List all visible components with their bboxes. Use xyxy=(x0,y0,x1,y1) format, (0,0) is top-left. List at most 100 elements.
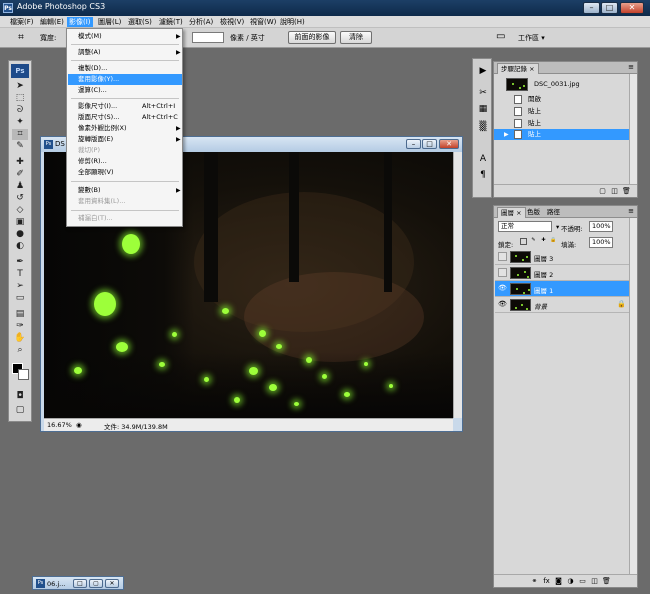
marquee-tool-icon[interactable]: ⬚ xyxy=(12,93,28,104)
screen-mode-icon[interactable]: ▢ xyxy=(12,405,28,416)
hand-tool-icon[interactable]: ✋ xyxy=(12,333,28,344)
workspace-menu[interactable]: 工作區 ▾ xyxy=(518,33,545,43)
menu-item-mode[interactable]: 模式(M) ▶ xyxy=(68,31,182,42)
status-icon[interactable]: ◉ xyxy=(76,421,82,429)
history-brush-icon[interactable]: ↺ xyxy=(12,193,28,204)
link-layers-icon[interactable]: ⚭ xyxy=(530,577,539,586)
menu-item-reveal-all[interactable]: 全部顯現(V) xyxy=(68,167,182,178)
crop-tool-button-icon[interactable]: ⌗ xyxy=(12,129,28,140)
brush-tool-icon[interactable]: ✐ xyxy=(12,169,28,180)
gradient-tool-icon[interactable]: ▣ xyxy=(12,217,28,228)
new-layer-icon[interactable]: ◫ xyxy=(590,577,599,586)
tab-history[interactable]: 步驟記錄 × xyxy=(497,63,539,74)
adjustment-layer-icon[interactable]: ◑ xyxy=(566,577,575,586)
lock-all-icon[interactable]: 🔒 xyxy=(550,238,557,245)
menu-item-variables[interactable]: 變數(B) ▶ xyxy=(68,185,182,196)
new-document-icon[interactable]: ▢ xyxy=(598,187,607,196)
layers-scrollbar[interactable] xyxy=(629,218,637,574)
zoom-level[interactable]: 16.67% xyxy=(47,421,72,429)
close-button[interactable]: ✕ xyxy=(620,2,644,14)
trash-icon[interactable]: 🗑 xyxy=(602,577,611,586)
blur-tool-icon[interactable]: ● xyxy=(12,229,28,240)
new-snapshot-icon[interactable]: ◫ xyxy=(610,187,619,196)
tab-layers[interactable]: 圖層 × xyxy=(497,207,526,218)
history-step[interactable]: 開啟 xyxy=(494,94,629,105)
maximize-button[interactable]: □ xyxy=(601,2,618,14)
menu-select[interactable]: 選取(S) xyxy=(126,17,154,27)
minimized-restore-button[interactable]: □ xyxy=(73,579,87,588)
history-step-selected[interactable]: ▶ 貼上 xyxy=(494,129,629,140)
eye-icon[interactable]: 👁 xyxy=(498,300,507,309)
move-tool-icon[interactable]: ➤ xyxy=(12,81,28,92)
history-scrollbar[interactable] xyxy=(629,74,637,184)
trash-icon[interactable]: 🗑 xyxy=(622,187,631,196)
menu-item-pixel-aspect[interactable]: 像素外觀比例(X) ▶ xyxy=(68,123,182,134)
menu-help[interactable]: 說明(H) xyxy=(278,17,307,27)
background-color-swatch[interactable] xyxy=(18,369,29,380)
layer-row[interactable]: 圖層 2 xyxy=(495,265,629,281)
minimized-maximize-button[interactable]: ▢ xyxy=(89,579,103,588)
front-image-button[interactable]: 前面的影像 xyxy=(288,31,336,44)
paragraph-icon[interactable]: ¶ xyxy=(476,169,490,182)
blend-mode-arrow-icon[interactable]: ▾ xyxy=(556,223,559,231)
clone-stamp-icon[interactable]: ♟ xyxy=(12,181,28,192)
history-step[interactable]: 貼上 xyxy=(494,106,629,117)
lock-transparency-icon[interactable] xyxy=(520,238,527,245)
layer-row[interactable]: 圖層 3 xyxy=(495,249,629,265)
panel-menu-icon[interactable]: ≡ xyxy=(628,207,634,215)
character-icon[interactable]: A xyxy=(476,153,490,166)
menu-layer[interactable]: 圖層(L) xyxy=(96,17,123,27)
type-tool-icon[interactable]: T xyxy=(12,269,28,280)
swatches-icon[interactable]: ▒ xyxy=(476,121,490,134)
document-scrollbar[interactable] xyxy=(453,152,462,418)
menu-image[interactable]: 影像(I) xyxy=(67,17,93,27)
units-select[interactable]: 像素 / 英寸 xyxy=(230,33,265,43)
layer-visibility-toggle[interactable] xyxy=(498,252,507,261)
menu-item-calculations[interactable]: 運算(C)... xyxy=(68,85,182,96)
document-maximize-button[interactable]: □ xyxy=(422,139,437,149)
tab-paths[interactable]: 路徑 xyxy=(544,207,563,218)
clear-button[interactable]: 清除 xyxy=(340,31,372,44)
fill-input[interactable]: 100% xyxy=(589,237,613,248)
new-group-icon[interactable]: ▭ xyxy=(578,577,587,586)
notes-tool-icon[interactable]: ▤ xyxy=(12,309,28,320)
document-minimize-button[interactable]: – xyxy=(406,139,421,149)
menu-file[interactable]: 檔案(F) xyxy=(8,17,36,27)
lock-pixels-icon[interactable]: ✎ xyxy=(530,238,537,245)
panel-menu-icon[interactable]: ≡ xyxy=(628,63,634,71)
layer-visibility-toggle[interactable] xyxy=(498,268,507,277)
tab-channels[interactable]: 色版 xyxy=(524,207,543,218)
minimized-document[interactable]: Ps 06.j... □ ▢ ✕ xyxy=(32,576,124,590)
menu-item-adjustments[interactable]: 調整(A) ▶ xyxy=(68,47,182,58)
eyedropper-icon[interactable]: ✑ xyxy=(12,321,28,332)
menu-item-trim[interactable]: 修剪(R)... xyxy=(68,156,182,167)
menu-analysis[interactable]: 分析(A) xyxy=(187,17,215,27)
lasso-tool-icon[interactable]: ᘐ xyxy=(12,105,28,116)
shape-tool-icon[interactable]: ▭ xyxy=(12,293,28,304)
history-snapshot-name[interactable]: DSC_0031.jpg xyxy=(534,80,580,88)
layer-row-selected[interactable]: 👁 圖層 1 xyxy=(495,281,629,297)
pen-tool-icon[interactable]: ✒ xyxy=(12,257,28,268)
menu-item-duplicate[interactable]: 複製(D)... xyxy=(68,63,182,74)
opacity-input[interactable]: 100% xyxy=(589,221,613,232)
menu-edit[interactable]: 編輯(E) xyxy=(38,17,66,27)
document-close-button[interactable]: ✕ xyxy=(439,139,459,149)
menu-filter[interactable]: 濾鏡(T) xyxy=(157,17,185,27)
blend-mode-select[interactable]: 正常 xyxy=(498,221,552,232)
healing-brush-icon[interactable]: ✚ xyxy=(12,157,28,168)
eraser-icon[interactable]: ◇ xyxy=(12,205,28,216)
navigator-icon[interactable]: ▶ xyxy=(476,65,490,78)
menu-item-rotate-canvas[interactable]: 旋轉版面(E) ▶ xyxy=(68,134,182,145)
minimized-close-button[interactable]: ✕ xyxy=(105,579,119,588)
history-snapshot-thumbnail[interactable] xyxy=(506,78,528,91)
crop-tool-icon[interactable]: ⌗ xyxy=(14,31,28,44)
minimize-button[interactable]: – xyxy=(583,2,600,14)
menu-view[interactable]: 檢視(V) xyxy=(218,17,246,27)
dodge-tool-icon[interactable]: ◐ xyxy=(12,241,28,252)
brushes-icon[interactable]: ▦ xyxy=(476,103,490,116)
menu-window[interactable]: 視窗(W) xyxy=(248,17,278,27)
layer-style-icon[interactable]: fx xyxy=(542,577,551,586)
layer-mask-icon[interactable]: ◙ xyxy=(554,577,563,586)
menu-item-apply-image[interactable]: 套用影像(Y)... xyxy=(68,74,182,85)
quick-mask-icon[interactable]: ◘ xyxy=(12,391,28,402)
